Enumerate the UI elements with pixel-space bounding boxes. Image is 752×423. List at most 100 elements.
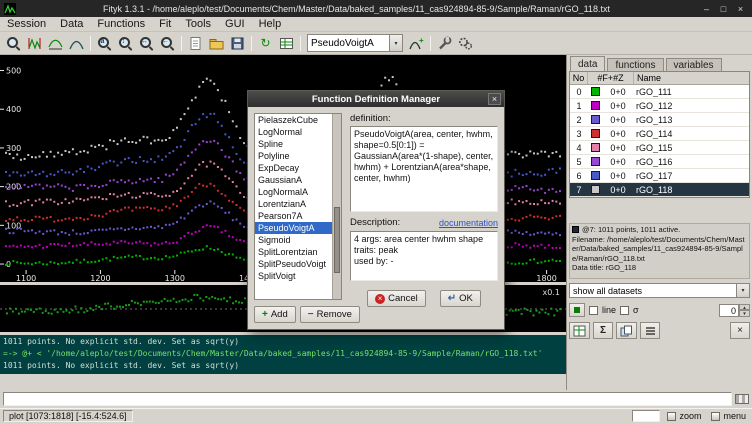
settings-button[interactable] (455, 33, 476, 53)
function-type-dropdown[interactable]: PseudoVoigtA ▾ (307, 34, 403, 52)
ok-button[interactable]: ↵ OK (440, 290, 481, 307)
function-list-item[interactable]: Sigmoid (255, 234, 332, 246)
menu-item-session[interactable]: Session (0, 17, 53, 32)
zoom-mode-button[interactable] (3, 33, 24, 53)
copy-dataset-button[interactable] (616, 322, 637, 339)
menu-item-data[interactable]: Data (53, 17, 90, 32)
dataset-number: 2 (570, 115, 588, 125)
dataset-row[interactable]: 00+0rGO_111 (570, 85, 749, 99)
dataset-summary: @7: 1011 points, 1011 active. (582, 225, 680, 235)
title-bar: Fityk 1.3.1 - /home/aleplo/test/Document… (0, 0, 752, 17)
function-list-item[interactable]: Polyline (255, 150, 332, 162)
remove-button-label: Remove (317, 309, 352, 320)
data-grid-button[interactable] (569, 322, 590, 339)
baseline-mode-button[interactable] (45, 33, 66, 53)
spinner-down-icon[interactable]: ▼ (739, 310, 750, 317)
dataset-row[interactable]: 40+0rGO_115 (570, 141, 749, 155)
dataset-menu-button[interactable] (640, 322, 660, 339)
add-peak-icon (69, 36, 84, 51)
dataset-row[interactable]: 30+0rGO_114 (570, 127, 749, 141)
maximize-button[interactable]: □ (716, 3, 731, 15)
fit-button[interactable] (434, 33, 455, 53)
ok-button-label: OK (459, 293, 473, 304)
function-list-item[interactable]: SplitLorentzian (255, 246, 332, 258)
definition-textarea[interactable]: PseudoVoigtA(area, center, hwhm, shape=0… (350, 126, 498, 212)
dataset-function-count: 0+0 (602, 185, 634, 195)
function-list-items: PielaszekCubeLogNormalSplinePolylineExpD… (255, 114, 332, 299)
documentation-link[interactable]: documentation (439, 218, 498, 228)
fityk-window: Fityk 1.3.1 - /home/aleplo/test/Document… (0, 0, 752, 423)
dataset-row[interactable]: 50+0rGO_116 (570, 155, 749, 169)
description-label: Description: (350, 217, 400, 228)
datasets-filter-value: show all datasets (570, 286, 736, 296)
function-list-item[interactable]: Spline (255, 138, 332, 150)
dataset-row[interactable]: 60+0rGO_117 (570, 169, 749, 183)
function-list-scrollbar[interactable] (332, 114, 341, 299)
function-list-item[interactable]: LogNormal (255, 126, 332, 138)
dataset-row[interactable]: 10+0rGO_112 (570, 99, 749, 113)
close-button[interactable]: × (733, 3, 748, 15)
menu-item-functions[interactable]: Functions (90, 17, 152, 32)
minimize-button[interactable]: – (699, 3, 714, 15)
function-list-item[interactable]: SplitVoigt (255, 270, 332, 282)
dialog-close-button[interactable]: × (488, 93, 501, 105)
cancel-button[interactable]: × Cancel (367, 290, 426, 307)
auto-add-peak-button[interactable]: + (406, 33, 427, 53)
reload-data-button[interactable]: ↻ (255, 33, 276, 53)
datasets-filter-dropdown[interactable]: show all datasets ▾ (569, 283, 750, 298)
statusbar-menu-button[interactable]: menu (708, 410, 749, 423)
chevron-down-icon[interactable]: ▾ (736, 284, 749, 297)
zoom-horizontal-icon: ↔ (139, 36, 154, 51)
save-session-button[interactable] (227, 33, 248, 53)
function-list-item[interactable]: PielaszekCube (255, 114, 332, 126)
add-peak-mode-button[interactable] (66, 33, 87, 53)
add-function-button[interactable]: + Add (254, 306, 296, 323)
function-list-item[interactable]: Pearson7A (255, 210, 332, 222)
menu-item-gui[interactable]: GUI (218, 17, 252, 32)
function-list-item[interactable]: SplitPseudoVoigt (255, 258, 332, 270)
toolbar-separator (181, 36, 182, 51)
dataset-row[interactable]: 20+0rGO_113 (570, 113, 749, 127)
sum-datasets-button[interactable]: Σ (593, 322, 613, 339)
function-list-item[interactable]: LorentzianA (255, 198, 332, 210)
menu-item-tools[interactable]: Tools (178, 17, 218, 32)
dataset-function-count: 0+0 (602, 157, 634, 167)
scrollbar-thumb[interactable] (334, 207, 340, 274)
command-input[interactable] (3, 392, 732, 406)
wrench-icon (437, 36, 452, 51)
dataset-row[interactable]: 70+0rGO_118 (570, 183, 749, 197)
sigma-checkbox[interactable] (620, 306, 629, 315)
zoom-all-button[interactable]: a (94, 33, 115, 53)
point-size-value: 0 (719, 304, 739, 317)
previous-zoom-icon: ← (160, 36, 175, 51)
line-checkbox[interactable] (589, 306, 598, 315)
open-file-button[interactable] (206, 33, 227, 53)
point-style-button[interactable] (569, 303, 585, 317)
svg-text:+: + (419, 36, 424, 45)
previous-zoom-button[interactable]: ← (157, 33, 178, 53)
dataset-name: rGO_113 (634, 115, 749, 125)
tab-functions[interactable]: functions (607, 58, 663, 71)
point-size-spinner[interactable]: 0 ▲ ▼ (719, 304, 750, 317)
keyboard-icon[interactable] (735, 394, 749, 404)
function-list-item[interactable]: ExpDecay (255, 162, 332, 174)
function-list-item[interactable]: GaussianA (255, 174, 332, 186)
data-table-button[interactable] (276, 33, 297, 53)
zoom-horizontal-button[interactable]: ↔ (136, 33, 157, 53)
zoom-menu-button[interactable]: zoom (664, 410, 704, 423)
tab-data[interactable]: data (570, 56, 605, 71)
function-list-item[interactable]: PseudoVoigtA (255, 222, 332, 234)
dialog-title-bar[interactable]: Function Definition Manager × (248, 91, 504, 107)
dataset-function-count: 0+0 (602, 143, 634, 153)
column-header-name: Name (634, 72, 749, 84)
menu-item-help[interactable]: Help (252, 17, 289, 32)
delete-dataset-button[interactable]: × (730, 322, 750, 339)
dataset-color-cell (588, 129, 602, 138)
data-range-mode-button[interactable] (24, 33, 45, 53)
menu-item-fit[interactable]: Fit (152, 17, 178, 32)
zoom-vertical-button[interactable]: ↕ (115, 33, 136, 53)
tab-variables[interactable]: variables (666, 58, 722, 71)
function-list-item[interactable]: LogNormalA (255, 186, 332, 198)
new-session-button[interactable] (185, 33, 206, 53)
chevron-down-icon[interactable]: ▾ (389, 35, 402, 51)
